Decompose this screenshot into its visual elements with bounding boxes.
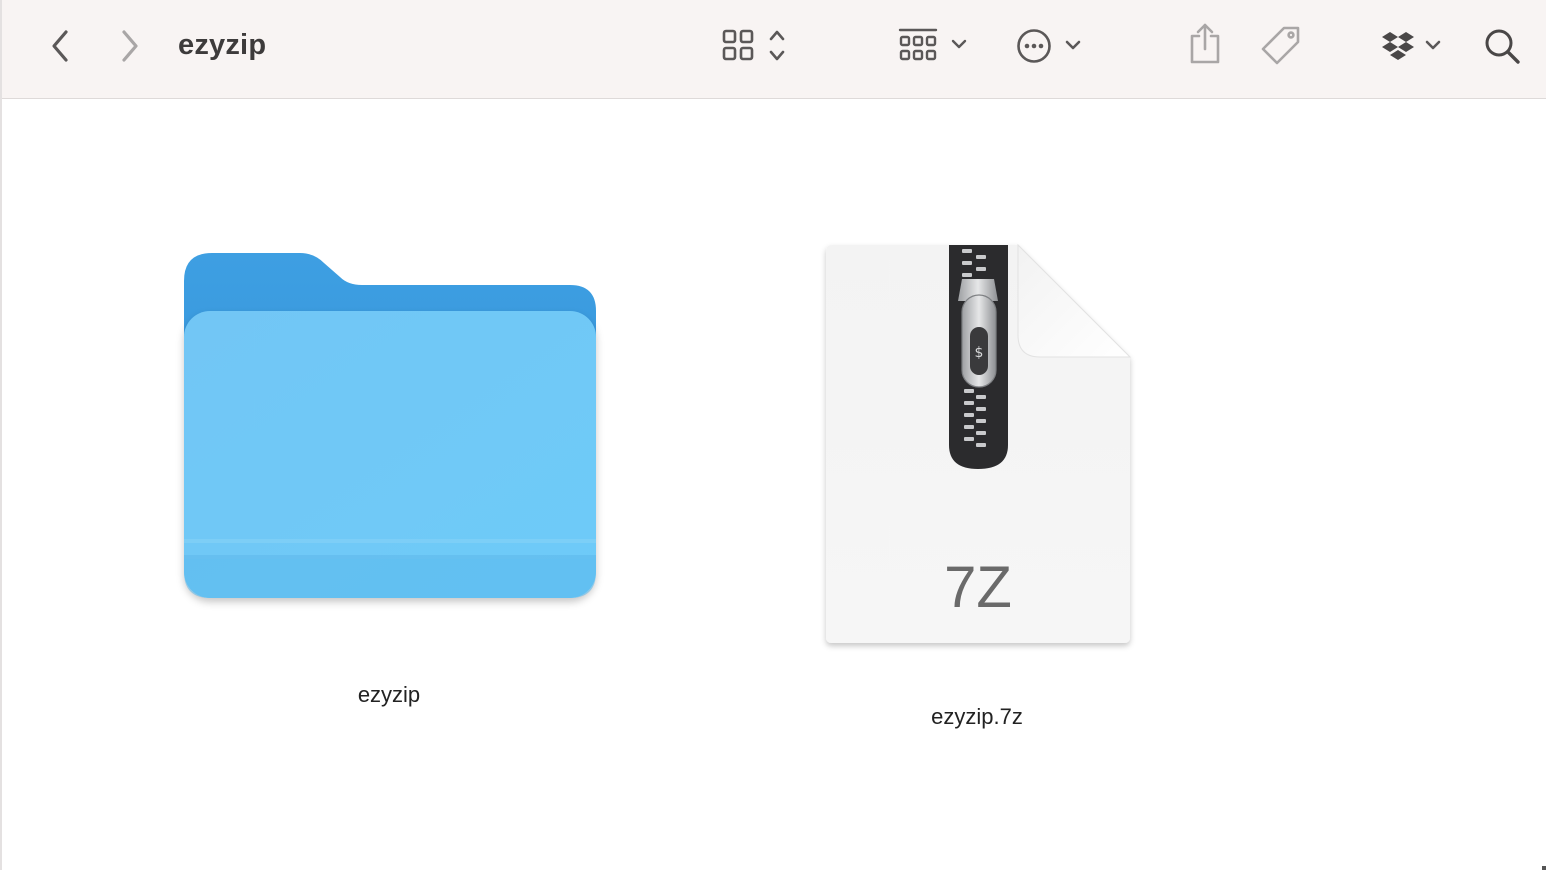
resize-corner — [1542, 866, 1546, 870]
dropbox-button[interactable] — [1378, 24, 1446, 68]
view-mode-button[interactable] — [720, 24, 794, 68]
group-grid-icon — [898, 28, 967, 61]
tag-icon — [1261, 26, 1300, 65]
folder-item-label: ezyzip — [357, 682, 421, 707]
folder-icon — [184, 253, 596, 598]
archive-item[interactable]: $ 7Z ezyzip.7z — [812, 239, 1142, 749]
archive-7z-icon: $ 7Z — [826, 243, 1132, 643]
file-browser-content: ezyzip $ 7Z ezyzip.7z — [2, 99, 1546, 870]
toolbar: ezyzip — [2, 0, 1546, 99]
archive-item-label: ezyzip.7z — [931, 704, 1023, 729]
share-icon — [1190, 23, 1220, 64]
ellipsis-circle-icon — [1017, 29, 1081, 63]
tag-button[interactable] — [1260, 24, 1304, 68]
group-button[interactable] — [896, 24, 972, 68]
search-button[interactable] — [1482, 24, 1524, 68]
archive-type-badge: 7Z — [944, 555, 1012, 620]
chevron-right-icon — [122, 30, 138, 62]
dropbox-icon — [1382, 32, 1441, 60]
forward-button[interactable] — [112, 27, 148, 65]
svg-text:$: $ — [975, 345, 984, 361]
back-button[interactable] — [42, 27, 78, 65]
finder-window: ezyzip ezyzip $ 7Z ezyzip.7z — [0, 0, 1546, 870]
window-title: ezyzip — [178, 29, 267, 61]
action-menu-button[interactable] — [1014, 24, 1086, 68]
folder-item[interactable]: ezyzip — [172, 239, 612, 719]
search-icon — [1485, 29, 1520, 64]
share-button[interactable] — [1186, 22, 1224, 66]
grid-icon — [722, 29, 785, 61]
chevron-left-icon — [52, 30, 68, 62]
